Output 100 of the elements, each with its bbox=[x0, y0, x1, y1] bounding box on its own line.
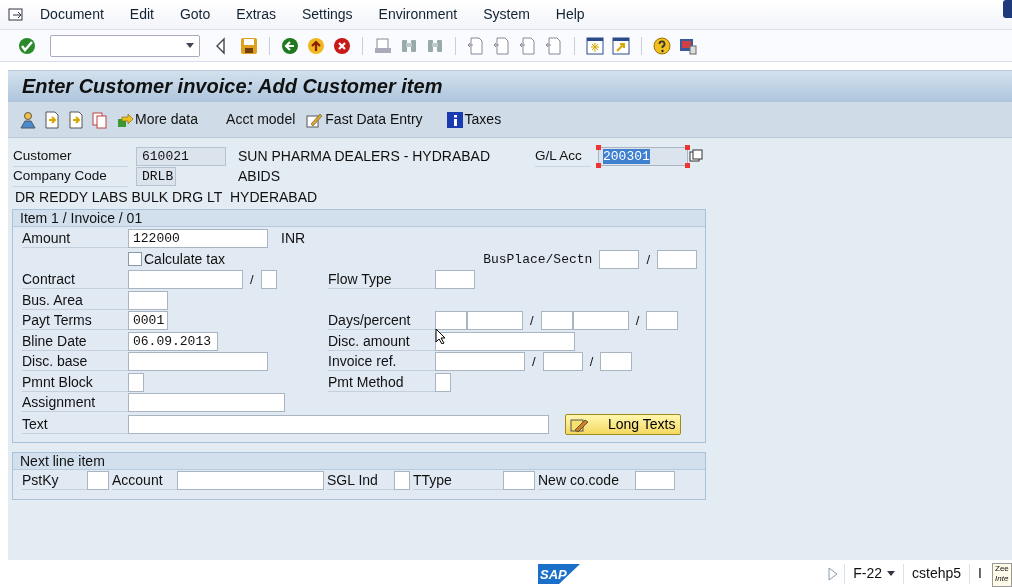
person-icon[interactable] bbox=[19, 110, 37, 129]
menu-item[interactable]: Help bbox=[541, 4, 597, 25]
input-field[interactable] bbox=[599, 249, 640, 269]
calculate-tax-checkbox[interactable]: Calculate tax bbox=[128, 248, 225, 270]
menu-item[interactable]: Settings bbox=[288, 4, 365, 25]
separator-text: / bbox=[589, 353, 594, 371]
copy-icon[interactable] bbox=[91, 110, 109, 129]
menu-item[interactable]: Edit bbox=[115, 4, 166, 25]
separator-text: / bbox=[635, 312, 640, 330]
customer-field: 610021 bbox=[136, 146, 226, 166]
input-field[interactable] bbox=[435, 311, 467, 331]
company-name: DR REDDY LABS BULK DRG LT bbox=[14, 187, 224, 207]
page-icon[interactable] bbox=[519, 36, 537, 55]
edit-icon bbox=[305, 111, 324, 128]
up-arrow-icon[interactable] bbox=[307, 36, 325, 55]
transaction-dropdown[interactable]: F-22 bbox=[844, 563, 904, 584]
selection-handle[interactable] bbox=[596, 162, 601, 168]
input-field[interactable] bbox=[635, 471, 675, 490]
input-field[interactable] bbox=[128, 372, 144, 392]
input-field[interactable] bbox=[128, 270, 243, 290]
caret-icon[interactable] bbox=[186, 43, 194, 48]
currency-text: INR bbox=[281, 229, 306, 249]
input-field[interactable]: 06.09.2013 bbox=[128, 331, 218, 351]
input-field[interactable] bbox=[260, 270, 277, 290]
gl-account-field[interactable]: 200301 bbox=[598, 146, 688, 166]
window-icon[interactable] bbox=[612, 36, 630, 55]
back-icon[interactable] bbox=[281, 36, 299, 55]
input-field[interactable] bbox=[128, 290, 168, 310]
separator-text: / bbox=[250, 271, 254, 289]
page-icon[interactable] bbox=[545, 36, 563, 55]
input-field[interactable] bbox=[600, 352, 633, 372]
toolbar-button[interactable]: Fast Data Entry bbox=[303, 109, 425, 130]
print-icon[interactable] bbox=[374, 36, 392, 55]
selection-handle[interactable] bbox=[685, 162, 690, 168]
input-field[interactable] bbox=[646, 311, 679, 331]
corner-icon[interactable] bbox=[1003, 0, 1012, 18]
input-field[interactable] bbox=[542, 352, 583, 372]
input-field[interactable] bbox=[657, 249, 697, 269]
input-field[interactable] bbox=[87, 471, 109, 490]
document-icon[interactable] bbox=[67, 110, 85, 129]
input-field[interactable] bbox=[177, 471, 324, 490]
input-field[interactable] bbox=[540, 311, 573, 331]
input-field[interactable] bbox=[435, 352, 525, 372]
status-text: I bbox=[969, 563, 990, 584]
cursor-icon bbox=[435, 328, 446, 344]
section-title: Next line item bbox=[13, 453, 705, 470]
page-icon[interactable] bbox=[467, 36, 485, 55]
long-texts-button[interactable]: Long Texts bbox=[565, 414, 681, 435]
input-field[interactable] bbox=[435, 270, 475, 290]
input-field[interactable] bbox=[128, 352, 268, 372]
separator-text: / bbox=[532, 353, 536, 371]
menu-icon[interactable] bbox=[8, 6, 26, 23]
input-field[interactable] bbox=[435, 372, 451, 392]
toolbar-button[interactable]: More data bbox=[115, 109, 201, 130]
field-label: BusPlace/Sectn bbox=[483, 250, 593, 269]
menu-item[interactable]: Environment bbox=[364, 4, 470, 25]
save-icon[interactable] bbox=[240, 36, 258, 55]
input-field[interactable] bbox=[435, 331, 575, 351]
menu-item[interactable]: Document bbox=[26, 4, 116, 25]
input-field[interactable] bbox=[394, 471, 410, 490]
field-label: Company Code bbox=[13, 166, 128, 188]
help-icon[interactable] bbox=[653, 36, 671, 55]
selection-handle[interactable] bbox=[596, 144, 601, 150]
cancel-icon[interactable] bbox=[333, 36, 351, 55]
separator-text: / bbox=[646, 250, 650, 269]
input-field[interactable] bbox=[128, 393, 285, 413]
command-field[interactable] bbox=[50, 34, 200, 57]
server-name: cstehp5 bbox=[903, 563, 970, 584]
arrow-icon bbox=[117, 111, 133, 128]
page-icon[interactable] bbox=[493, 36, 511, 55]
check-icon[interactable] bbox=[18, 36, 36, 55]
selection-handle[interactable] bbox=[685, 144, 690, 150]
separator-text: / bbox=[530, 312, 534, 330]
input-field[interactable]: 0001 bbox=[128, 311, 168, 331]
company-code-field: DRLB bbox=[136, 167, 176, 187]
field-label: G/L Acc bbox=[535, 145, 591, 167]
menu-item[interactable]: Goto bbox=[165, 4, 223, 25]
menu-item[interactable]: Extras bbox=[222, 4, 288, 25]
sap-logo: SAP bbox=[538, 563, 580, 584]
input-field[interactable] bbox=[128, 415, 549, 434]
play-icon[interactable] bbox=[828, 566, 839, 581]
field-label: Customer bbox=[13, 145, 128, 167]
input-field[interactable]: 122000 bbox=[128, 229, 268, 249]
toolbar-button[interactable]: Acct model bbox=[224, 109, 298, 130]
company-city: ABIDS bbox=[238, 167, 280, 187]
input-field[interactable] bbox=[503, 471, 535, 490]
pencil-icon bbox=[570, 416, 590, 433]
menu-item[interactable]: System bbox=[469, 4, 542, 25]
toolbar-button[interactable]: Taxes bbox=[444, 109, 504, 130]
input-field[interactable] bbox=[467, 311, 523, 331]
company-city: HYDERABAD bbox=[230, 187, 318, 207]
window-icon[interactable] bbox=[586, 36, 604, 55]
monitor-icon[interactable] bbox=[679, 36, 697, 55]
section-title: Item 1 / Invoice / 01 bbox=[13, 209, 705, 227]
copy-icon[interactable] bbox=[688, 148, 704, 165]
caret-icon bbox=[887, 571, 896, 576]
document-icon[interactable] bbox=[43, 110, 61, 129]
input-field[interactable] bbox=[572, 311, 629, 331]
info-icon bbox=[446, 111, 463, 128]
customer-name: SUN PHARMA DEALERS - HYDRABAD bbox=[238, 146, 492, 166]
